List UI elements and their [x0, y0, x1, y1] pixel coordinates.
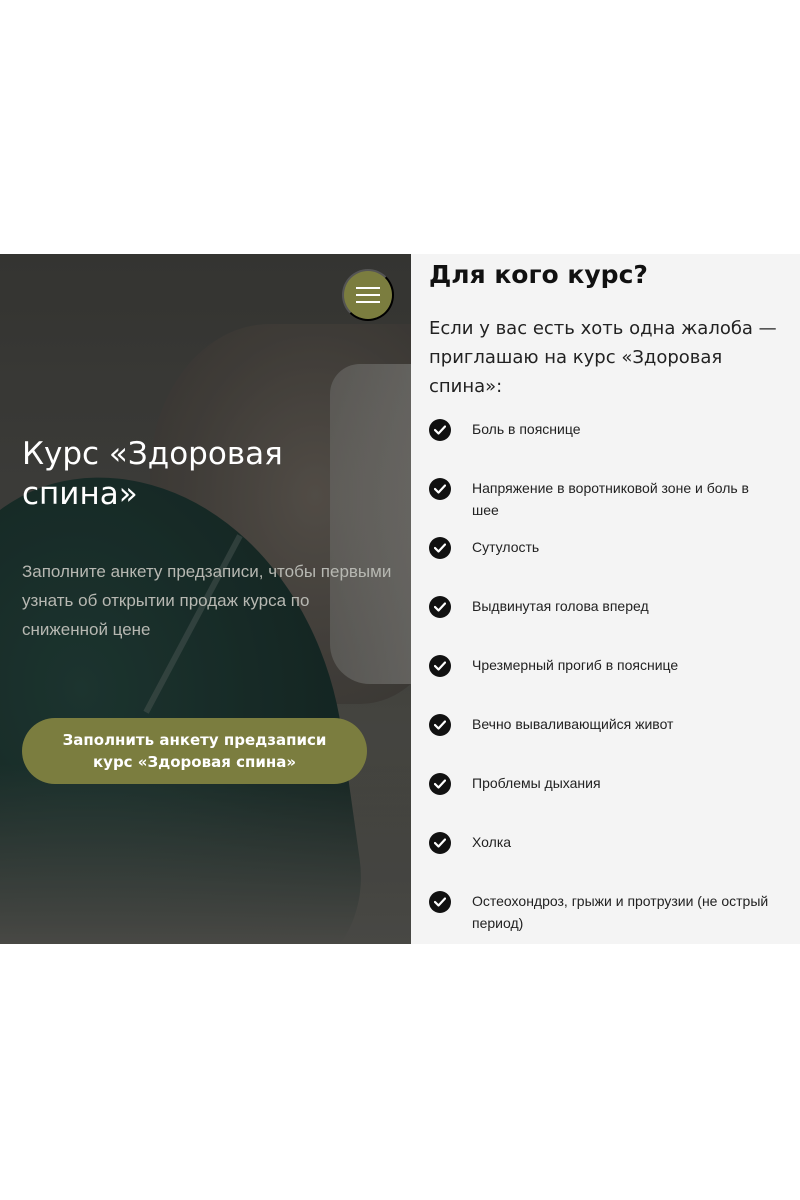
- hero-subtitle: Заполните анкету предзаписи, чтобы первы…: [22, 562, 392, 639]
- list-item-label: Вечно вываливающийся живот: [472, 716, 674, 732]
- audience-intro: Если у вас есть хоть одна жалоба — пригл…: [429, 318, 777, 397]
- list-item: Боль в пояснице: [429, 418, 789, 441]
- audience-title: Для кого курс?: [429, 260, 648, 289]
- menu-button[interactable]: [342, 269, 394, 321]
- list-item: Вечно вываливающийся живот: [429, 713, 789, 736]
- list-item: Сутулость: [429, 536, 789, 559]
- list-item-label: Сутулость: [472, 539, 540, 555]
- check-circle-icon: [429, 596, 451, 618]
- hamburger-menu-icon: [356, 286, 380, 304]
- check-circle-icon: [429, 714, 451, 736]
- list-item-label: Проблемы дыхания: [472, 775, 601, 791]
- list-item: Напряжение в воротниковой зоне и боль в …: [429, 477, 789, 521]
- list-item-label: Выдвинутая голова вперед: [472, 598, 649, 614]
- list-item: Холка: [429, 831, 789, 854]
- list-item-label: Боль в пояснице: [472, 421, 581, 437]
- list-item: Остеохондроз, грыжи и протрузии (не остр…: [429, 890, 789, 934]
- hero-section: Курс «Здоровая спина» Заполните анкету п…: [0, 254, 411, 944]
- list-item-label: Чрезмерный прогиб в пояснице: [472, 657, 679, 673]
- list-item: Проблемы дыхания: [429, 772, 789, 795]
- check-circle-icon: [429, 419, 451, 441]
- list-item-label: Напряжение в воротниковой зоне и боль в …: [472, 480, 749, 518]
- hero-title: Курс «Здоровая спина»: [22, 436, 283, 512]
- check-circle-icon: [429, 773, 451, 795]
- list-item-label: Остеохондроз, грыжи и протрузии (не остр…: [472, 893, 769, 931]
- audience-section: Для кого курс? Если у вас есть хоть одна…: [411, 254, 800, 944]
- preregistration-button[interactable]: Заполнить анкету предзаписи курс «Здоров…: [22, 718, 367, 784]
- check-circle-icon: [429, 891, 451, 913]
- check-circle-icon: [429, 478, 451, 500]
- list-item: Выдвинутая голова вперед: [429, 595, 789, 618]
- check-circle-icon: [429, 655, 451, 677]
- list-item-label: Холка: [472, 834, 512, 850]
- page-content: Курс «Здоровая спина» Заполните анкету п…: [0, 254, 800, 944]
- list-item: Чрезмерный прогиб в пояснице: [429, 654, 789, 677]
- check-circle-icon: [429, 537, 451, 559]
- check-circle-icon: [429, 832, 451, 854]
